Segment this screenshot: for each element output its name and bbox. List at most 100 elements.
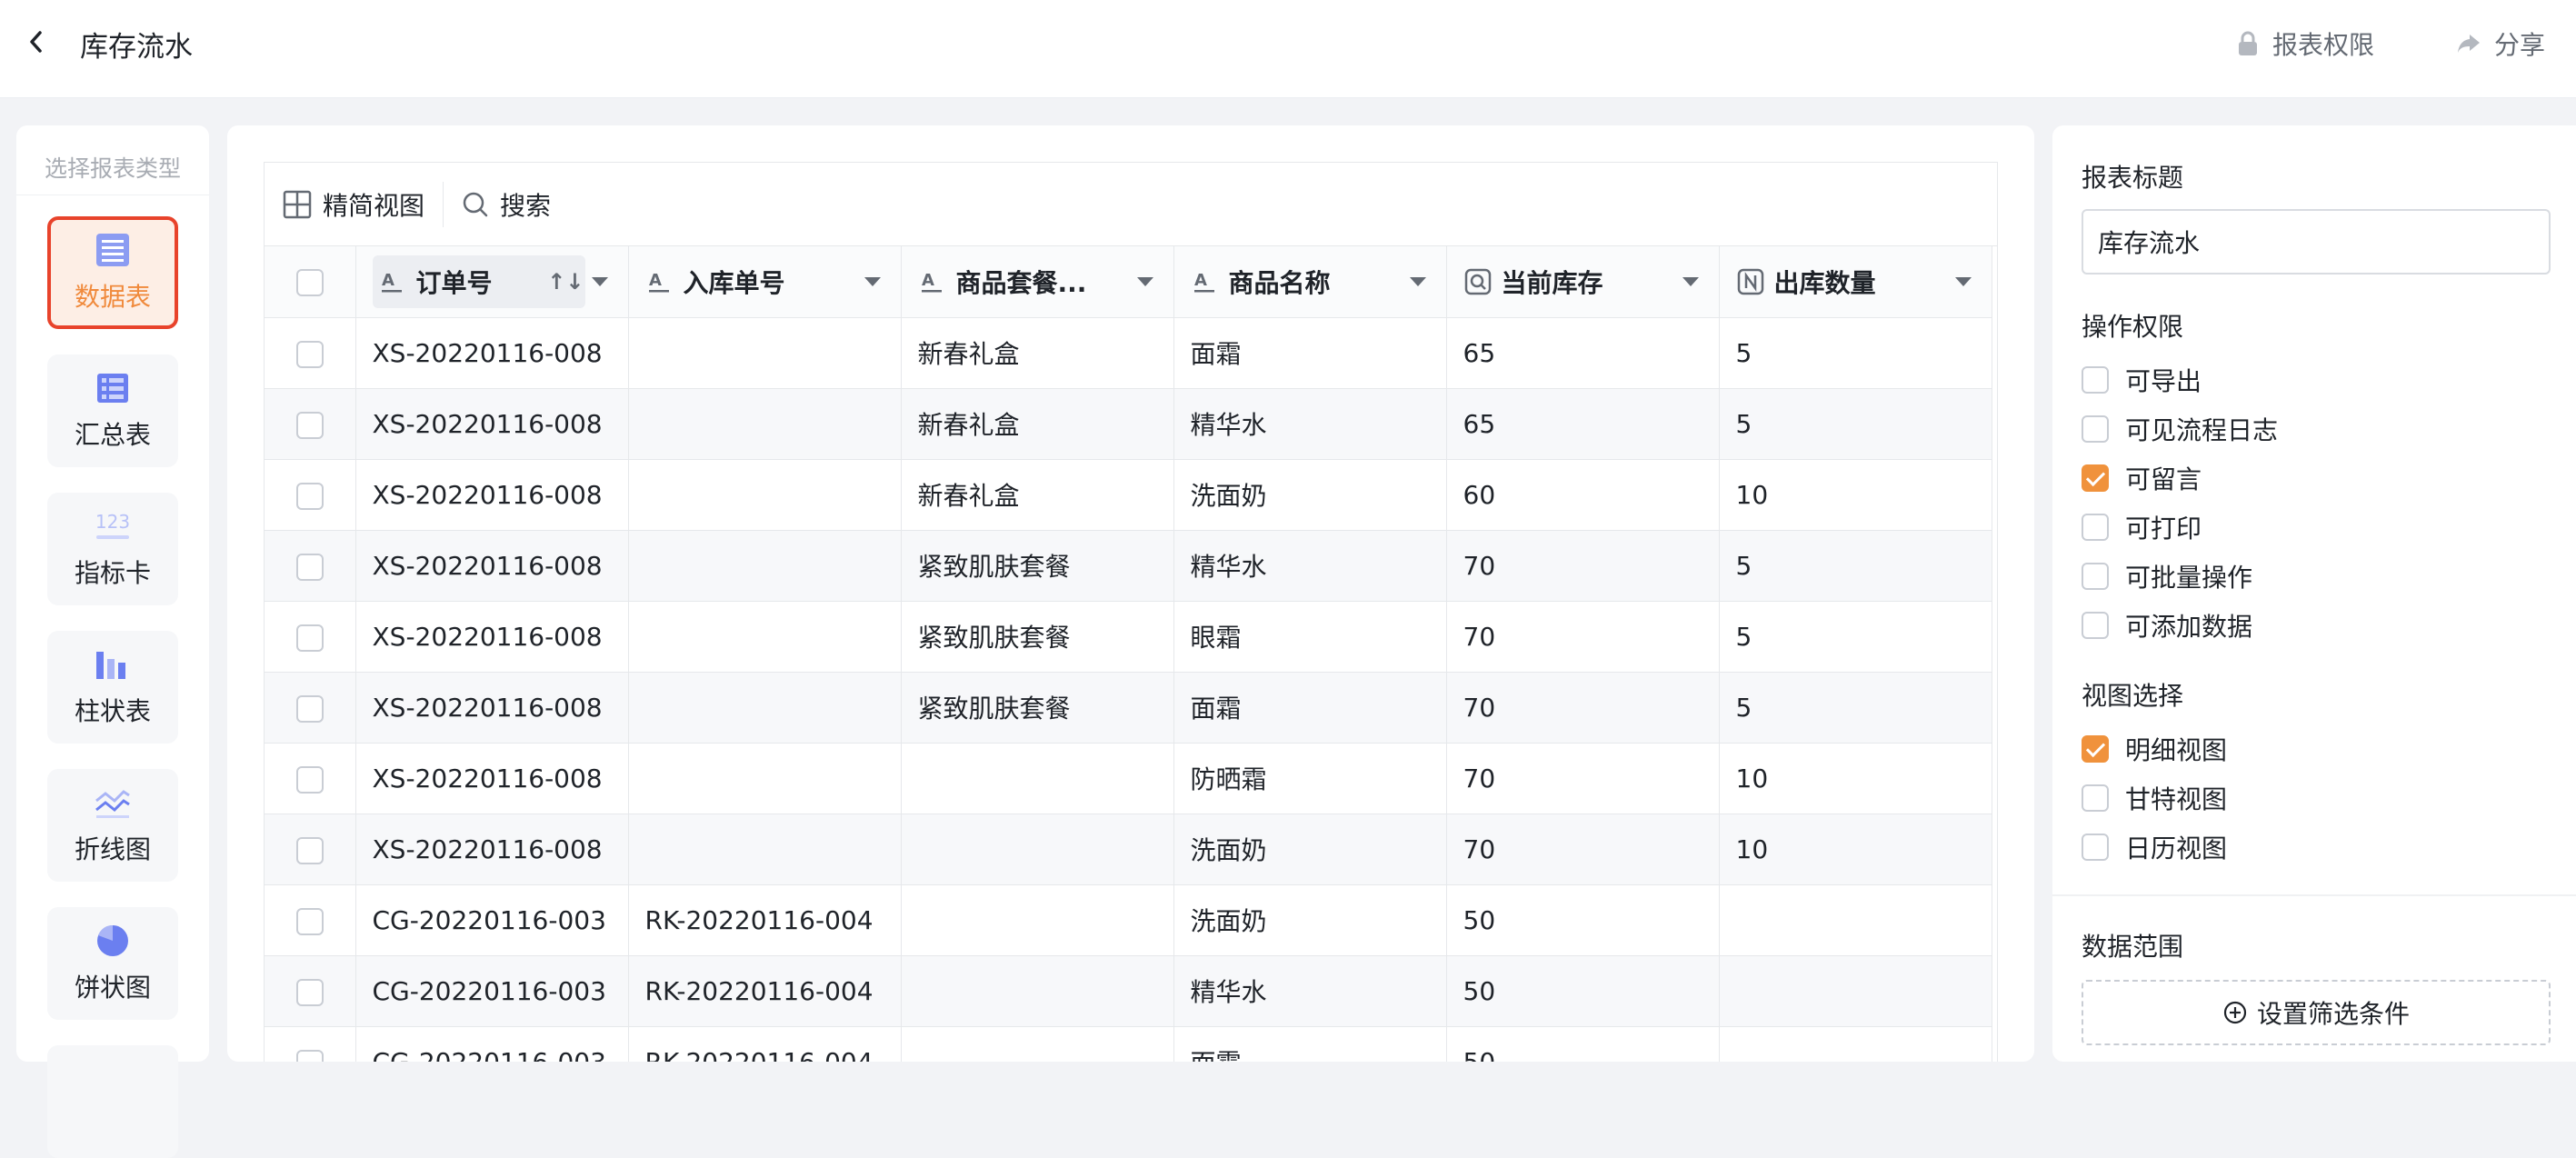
table-cell[interactable]: 60 <box>1446 459 1720 531</box>
chevron-down-icon[interactable] <box>1682 276 1699 286</box>
table-row[interactable]: XS-20220116-008 紧致肌肤套餐 眼霜 70 5 <box>265 601 1992 673</box>
table-cell[interactable]: XS-20220116-008 <box>355 743 629 814</box>
table-cell[interactable]: XS-20220116-008 <box>355 672 629 744</box>
table-cell[interactable] <box>1719 1026 1992 1062</box>
chevron-down-icon[interactable] <box>1409 276 1426 286</box>
table-cell[interactable]: RK-20220116-004 <box>628 884 902 956</box>
table-cell[interactable]: 新春礼盒 <box>901 388 1174 460</box>
table-cell[interactable]: XS-20220116-008 <box>355 317 629 389</box>
report-permission-button[interactable]: 报表权限 <box>2236 25 2374 62</box>
table-cell[interactable]: XS-20220116-008 <box>355 530 629 602</box>
view-checkbox[interactable] <box>2082 834 2109 861</box>
view-option[interactable]: 甘特视图 <box>2082 780 2227 816</box>
report-type-data-table[interactable]: 数据表 <box>47 216 178 329</box>
table-row[interactable]: XS-20220116-008 紧致肌肤套餐 面霜 70 5 <box>265 672 1992 744</box>
view-checkbox[interactable] <box>2082 735 2109 763</box>
view-checkbox[interactable] <box>2082 784 2109 812</box>
table-cell[interactable] <box>628 814 902 885</box>
column-header-outbound-qty[interactable]: 出库数量 <box>1719 246 1992 318</box>
table-cell[interactable]: 精华水 <box>1173 955 1447 1027</box>
table-cell[interactable]: 70 <box>1446 814 1720 885</box>
table-cell[interactable]: XS-20220116-008 <box>355 601 629 673</box>
permission-checkbox[interactable] <box>2082 366 2109 394</box>
table-cell[interactable]: 面霜 <box>1173 1026 1447 1062</box>
table-cell[interactable] <box>628 601 902 673</box>
table-cell[interactable]: 眼霜 <box>1173 601 1447 673</box>
view-option[interactable]: 明细视图 <box>2082 731 2227 767</box>
row-checkbox[interactable] <box>295 624 324 652</box>
table-cell[interactable]: 面霜 <box>1173 672 1447 744</box>
permission-option[interactable]: 可批量操作 <box>2082 558 2252 594</box>
row-checkbox[interactable] <box>295 1049 324 1062</box>
table-cell[interactable] <box>901 814 1174 885</box>
column-header-current-stock[interactable]: 当前库存 <box>1446 246 1720 318</box>
table-cell[interactable]: 50 <box>1446 955 1720 1027</box>
column-header-order-no[interactable]: A 订单号 ↑↓ <box>355 246 629 318</box>
permission-option[interactable]: 可留言 <box>2082 460 2202 496</box>
table-cell[interactable]: 10 <box>1719 743 1992 814</box>
permission-option[interactable]: 可打印 <box>2082 509 2202 545</box>
table-cell[interactable] <box>628 317 902 389</box>
table-cell[interactable]: RK-20220116-004 <box>628 1026 902 1062</box>
table-cell[interactable]: XS-20220116-008 <box>355 388 629 460</box>
table-cell[interactable]: 防晒霜 <box>1173 743 1447 814</box>
table-cell[interactable]: 65 <box>1446 388 1720 460</box>
row-checkbox[interactable] <box>295 694 324 723</box>
report-type-summary-table[interactable]: 汇总表 <box>47 354 178 467</box>
row-checkbox[interactable] <box>295 765 324 794</box>
table-row[interactable]: CG-20220116-003 RK-20220116-004 精华水 50 <box>265 955 1992 1027</box>
table-cell[interactable]: 70 <box>1446 530 1720 602</box>
column-header-inbound-no[interactable]: A 入库单号 <box>628 246 902 318</box>
row-checkbox[interactable] <box>295 836 324 864</box>
row-checkbox[interactable] <box>295 907 324 935</box>
permission-option[interactable]: 可添加数据 <box>2082 607 2252 644</box>
table-cell[interactable] <box>901 1026 1174 1062</box>
table-cell[interactable]: 65 <box>1446 317 1720 389</box>
table-cell[interactable] <box>628 459 902 531</box>
report-type-pie-chart[interactable]: 饼状图 <box>47 907 178 1020</box>
table-cell[interactable] <box>1719 955 1992 1027</box>
table-cell[interactable]: 50 <box>1446 884 1720 956</box>
table-cell[interactable] <box>628 672 902 744</box>
row-checkbox[interactable] <box>295 411 324 439</box>
table-cell[interactable]: 5 <box>1719 317 1992 389</box>
table-cell[interactable]: 新春礼盒 <box>901 459 1174 531</box>
compact-view-button[interactable]: 精简视图 <box>283 186 424 223</box>
table-cell[interactable]: 洗面奶 <box>1173 814 1447 885</box>
table-row[interactable]: XS-20220116-008 新春礼盒 洗面奶 60 10 <box>265 459 1992 531</box>
table-cell[interactable]: 精华水 <box>1173 530 1447 602</box>
table-cell[interactable] <box>628 388 902 460</box>
permission-checkbox[interactable] <box>2082 415 2109 443</box>
table-row[interactable]: CG-20220116-003 RK-20220116-004 洗面奶 50 <box>265 884 1992 956</box>
set-filter-button[interactable]: 设置筛选条件 <box>2082 980 2551 1045</box>
table-cell[interactable] <box>628 743 902 814</box>
chevron-down-icon[interactable] <box>591 276 608 286</box>
table-cell[interactable]: 精华水 <box>1173 388 1447 460</box>
table-cell[interactable]: 10 <box>1719 814 1992 885</box>
row-checkbox[interactable] <box>295 340 324 368</box>
report-type-more[interactable] <box>47 1045 178 1158</box>
share-button[interactable]: 分享 <box>2456 25 2545 62</box>
table-cell[interactable]: 5 <box>1719 672 1992 744</box>
report-title-input[interactable]: 库存流水 <box>2082 209 2551 275</box>
chevron-down-icon[interactable] <box>864 276 881 286</box>
permission-checkbox[interactable] <box>2082 514 2109 541</box>
table-cell[interactable]: 70 <box>1446 601 1720 673</box>
table-row[interactable]: XS-20220116-008 新春礼盒 面霜 65 5 <box>265 317 1992 389</box>
table-cell[interactable] <box>901 955 1174 1027</box>
report-type-line-chart[interactable]: 折线图 <box>47 769 178 882</box>
table-cell[interactable]: 洗面奶 <box>1173 884 1447 956</box>
table-cell[interactable]: RK-20220116-004 <box>628 955 902 1027</box>
table-cell[interactable]: 面霜 <box>1173 317 1447 389</box>
row-checkbox[interactable] <box>295 553 324 581</box>
table-cell[interactable]: 5 <box>1719 530 1992 602</box>
table-cell[interactable]: 5 <box>1719 388 1992 460</box>
chevron-down-icon[interactable] <box>1136 276 1153 286</box>
report-type-bar-chart[interactable]: 柱状表 <box>47 631 178 744</box>
table-row[interactable]: XS-20220116-008 防晒霜 70 10 <box>265 743 1992 814</box>
row-checkbox[interactable] <box>295 978 324 1006</box>
permission-checkbox[interactable] <box>2082 563 2109 590</box>
table-cell[interactable] <box>901 743 1174 814</box>
table-cell[interactable]: 10 <box>1719 459 1992 531</box>
table-cell[interactable]: 新春礼盒 <box>901 317 1174 389</box>
